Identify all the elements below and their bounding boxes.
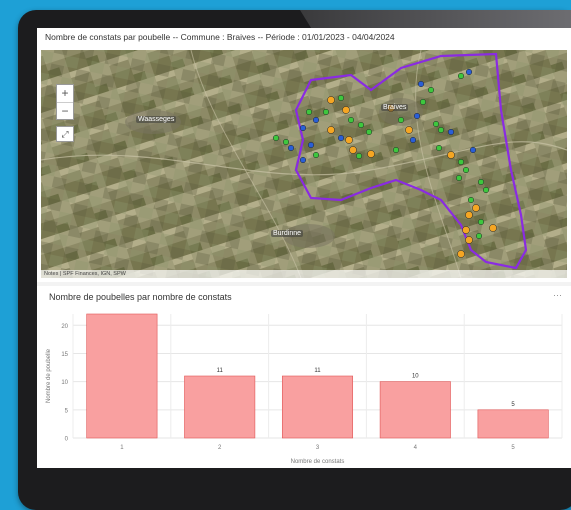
default-extent-button[interactable]: ⤢ bbox=[56, 126, 74, 142]
map-marker-green[interactable] bbox=[322, 108, 330, 116]
map-marker-orange[interactable] bbox=[489, 224, 497, 232]
map-marker-orange[interactable] bbox=[349, 146, 357, 154]
x-tick-label: 2 bbox=[218, 445, 222, 451]
x-axis-title: Nombre de constats bbox=[291, 459, 345, 465]
map-marker-orange[interactable] bbox=[405, 126, 413, 134]
map-marker-orange[interactable] bbox=[472, 204, 480, 212]
map-attribution: Notes | SPF Finances, IGN, SPW bbox=[41, 270, 567, 279]
map-marker-orange[interactable] bbox=[457, 250, 465, 258]
map-marker-orange[interactable] bbox=[327, 96, 335, 104]
y-tick-label: 5 bbox=[65, 408, 69, 414]
map-marker-orange[interactable] bbox=[465, 211, 473, 219]
map-marker-blue[interactable] bbox=[337, 134, 345, 142]
map-marker-green[interactable] bbox=[419, 98, 427, 106]
tablet-shine bbox=[300, 10, 571, 28]
place-label-burdinne: Burdinne bbox=[271, 230, 304, 237]
zoom-out-button[interactable]: − bbox=[57, 103, 73, 120]
map-marker-green[interactable] bbox=[312, 151, 320, 159]
map-imagery bbox=[41, 50, 567, 278]
map-title: Nombre de constats par poubelle -- Commu… bbox=[45, 32, 395, 42]
chart-panel: Nombre de poubelles par nombre de consta… bbox=[37, 286, 571, 468]
bar[interactable] bbox=[184, 375, 256, 439]
y-tick-label: 0 bbox=[65, 437, 69, 443]
map-marker-green[interactable] bbox=[467, 196, 475, 204]
map-marker-green[interactable] bbox=[392, 146, 400, 154]
y-tick-label: 10 bbox=[61, 380, 68, 386]
map-marker-blue[interactable] bbox=[413, 112, 421, 120]
map-marker-green[interactable] bbox=[457, 72, 465, 80]
bar-data-label: 11 bbox=[314, 368, 321, 374]
zoom-in-button[interactable]: + bbox=[57, 85, 73, 103]
map-marker-green[interactable] bbox=[435, 144, 443, 152]
map-marker-blue[interactable] bbox=[447, 128, 455, 136]
map-marker-orange[interactable] bbox=[327, 126, 335, 134]
bar-chart: 11 11 10 5 0 5 10 15 20 1 2 3 4 5 Nombre de constats N… bbox=[46, 313, 563, 465]
map-marker-blue[interactable] bbox=[307, 141, 315, 149]
map-marker-orange[interactable] bbox=[447, 151, 455, 159]
map-marker-green[interactable] bbox=[477, 178, 485, 186]
x-tick-label: 5 bbox=[511, 445, 515, 451]
map-marker-green[interactable] bbox=[475, 232, 483, 240]
place-label-waasseges: Waasseges bbox=[136, 116, 177, 123]
map-marker-orange[interactable] bbox=[342, 106, 350, 114]
map-marker-blue[interactable] bbox=[312, 116, 320, 124]
map-marker-green[interactable] bbox=[397, 116, 405, 124]
map-marker-green[interactable] bbox=[455, 174, 463, 182]
map-marker-blue[interactable] bbox=[287, 144, 295, 152]
bar[interactable] bbox=[281, 375, 354, 439]
map-marker-green[interactable] bbox=[457, 158, 465, 166]
map-marker-green[interactable] bbox=[462, 166, 470, 174]
bar[interactable] bbox=[477, 409, 549, 439]
map-marker-green[interactable] bbox=[305, 108, 313, 116]
map-marker-green[interactable] bbox=[355, 152, 363, 160]
dashboard-screen: Nombre de constats par poubelle -- Commu… bbox=[37, 28, 571, 468]
map-marker-orange[interactable] bbox=[462, 226, 470, 234]
bar[interactable] bbox=[86, 313, 158, 439]
x-tick-label: 3 bbox=[316, 445, 320, 451]
map-marker-orange[interactable] bbox=[345, 136, 353, 144]
map-marker-orange[interactable] bbox=[367, 150, 375, 158]
map-marker-green[interactable] bbox=[337, 94, 345, 102]
bar-data-label: 11 bbox=[217, 368, 224, 374]
bar-data-label: 5 bbox=[511, 402, 515, 408]
map-marker-green[interactable] bbox=[347, 116, 355, 124]
map-marker-blue[interactable] bbox=[465, 68, 473, 76]
map-marker-blue[interactable] bbox=[299, 124, 307, 132]
map-marker-green[interactable] bbox=[365, 128, 373, 136]
map-marker-green[interactable] bbox=[477, 218, 485, 226]
bar-data-label: 10 bbox=[412, 374, 419, 380]
map-marker-green[interactable] bbox=[427, 86, 435, 94]
map-panel: Nombre de constats par poubelle -- Commu… bbox=[37, 28, 571, 282]
map-marker-green[interactable] bbox=[482, 186, 490, 194]
map-view[interactable]: + − ⤢ Waasseges Braives Burdinne bbox=[41, 50, 567, 278]
map-marker-green[interactable] bbox=[357, 121, 365, 129]
y-axis-title: Nombre de poubelle bbox=[46, 348, 52, 403]
y-tick-label: 15 bbox=[61, 352, 68, 358]
map-marker-green[interactable] bbox=[432, 120, 440, 128]
place-label-braives: Braives bbox=[381, 104, 409, 111]
y-tick-label: 20 bbox=[61, 324, 68, 330]
map-marker-blue[interactable] bbox=[409, 136, 417, 144]
map-marker-green[interactable] bbox=[272, 134, 280, 142]
map-marker-blue[interactable] bbox=[417, 80, 425, 88]
map-marker-orange[interactable] bbox=[465, 236, 473, 244]
x-tick-label: 4 bbox=[414, 445, 418, 451]
map-marker-blue[interactable] bbox=[299, 156, 307, 164]
x-tick-label: 1 bbox=[120, 445, 124, 451]
bar[interactable] bbox=[379, 381, 451, 439]
map-marker-green[interactable] bbox=[437, 126, 445, 134]
map-marker-green[interactable] bbox=[282, 138, 290, 146]
map-marker-blue[interactable] bbox=[469, 146, 477, 154]
zoom-control: + − bbox=[56, 84, 74, 120]
